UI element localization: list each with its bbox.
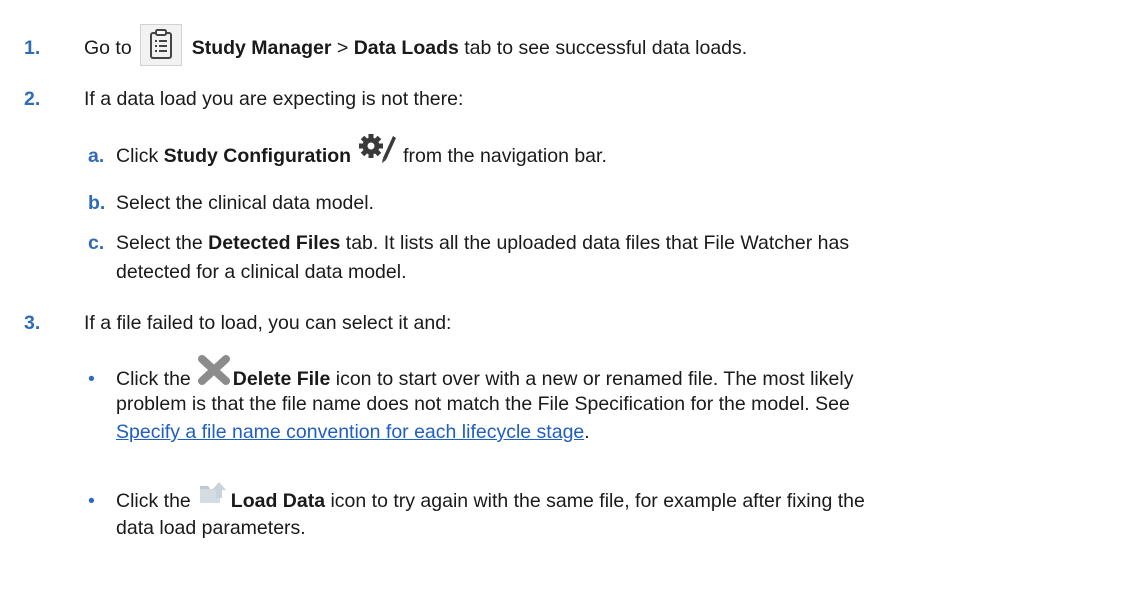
step-3: 3. If a file failed to load, you can sel…	[24, 312, 451, 335]
substep-text-line2: detected for a clinical data model.	[116, 261, 407, 283]
substep-text: Select the clinical data model.	[116, 192, 374, 214]
load-data-folder-icon	[199, 479, 227, 511]
step-text: If a data load you are expecting is not …	[84, 88, 464, 110]
bullet-text-line2: data load parameters.	[116, 517, 306, 539]
link-after: .	[584, 421, 590, 443]
substep-text-post: tab. It lists all the uploaded data file…	[345, 232, 850, 254]
bullet-load-data: • Click the Load Data icon to try again …	[88, 482, 865, 518]
separator: >	[336, 36, 349, 59]
step-2: 2. If a data load you are expecting is n…	[24, 88, 463, 111]
bullet-mark: •	[88, 489, 95, 512]
bullet-delete-line3: Specify a file name convention for each …	[116, 421, 590, 444]
substep-number: a.	[88, 144, 105, 167]
bullet-delete-file: • Click the Delete File icon to start ov…	[88, 355, 854, 396]
substep-text-pre: Select the	[116, 232, 203, 254]
bullet-text-pre: Click the	[116, 489, 191, 512]
substep-a: a. Click Study Configuration from the na…	[88, 134, 607, 174]
study-manager-label: Study Manager	[191, 36, 332, 59]
step-number: 3.	[24, 312, 41, 334]
step-number: 1.	[24, 36, 41, 59]
instruction-document: 1. Go to Study Manager > Data Loads tab …	[0, 0, 1136, 596]
substep-b: b. Select the clinical data model.	[88, 192, 374, 215]
bullet-load-line2: data load parameters.	[116, 517, 306, 540]
bullet-delete-line2: problem is that the file name does not m…	[116, 393, 850, 416]
step-1: 1. Go to Study Manager > Data Loads tab …	[24, 24, 748, 68]
bullet-text-line2: problem is that the file name does not m…	[116, 393, 850, 415]
step-text-pre: Go to	[84, 36, 132, 59]
step-text: If a file failed to load, you can select…	[84, 312, 452, 334]
bullet-text-pre: Click the	[116, 367, 191, 390]
delete-file-label: Delete File	[232, 367, 331, 390]
substep-c: c. Select the Detected Files tab. It lis…	[88, 232, 849, 255]
load-data-label: Load Data	[230, 489, 326, 512]
bullet-mark: •	[88, 367, 95, 390]
study-configuration-label: Study Configuration	[163, 144, 352, 167]
clipboard-icon	[139, 24, 182, 72]
delete-x-icon	[197, 355, 231, 391]
substep-c-line2: detected for a clinical data model.	[116, 261, 407, 284]
step-text-post: tab to see successful data loads.	[464, 36, 748, 59]
substep-text-pre: Click	[116, 144, 159, 167]
bullet-text-post: icon to try again with the same file, fo…	[330, 489, 865, 512]
detected-files-label: Detected Files	[208, 232, 341, 254]
substep-number: c.	[88, 232, 105, 254]
substep-text-post: from the navigation bar.	[403, 144, 607, 167]
bullet-text-post: icon to start over with a new or renamed…	[335, 367, 854, 390]
file-name-convention-link[interactable]: Specify a file name convention for each …	[116, 421, 584, 444]
step-number: 2.	[24, 88, 41, 110]
data-loads-label: Data Loads	[353, 36, 459, 59]
substep-number: b.	[88, 192, 106, 214]
gear-pencil-icon	[359, 132, 397, 170]
